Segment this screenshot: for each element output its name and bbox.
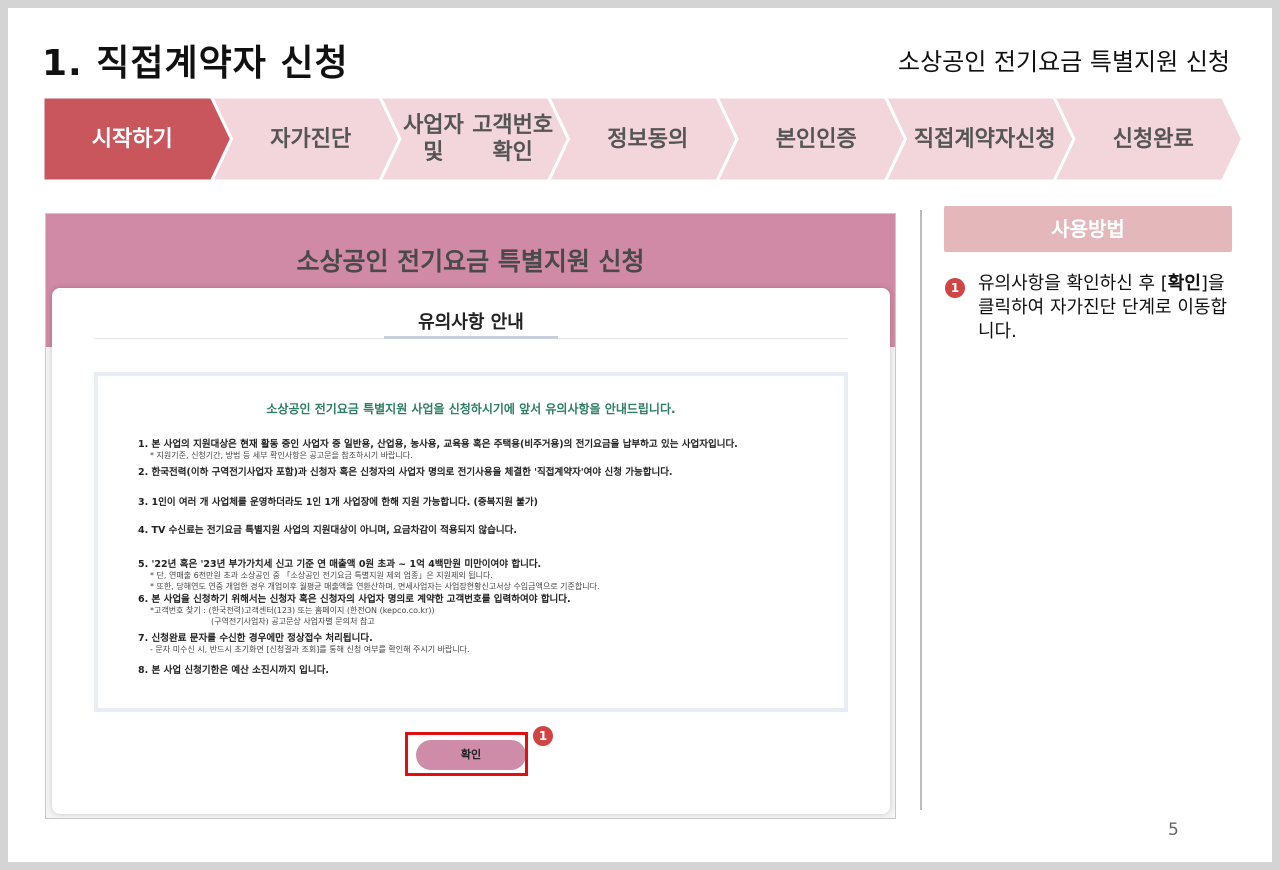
panel-divider [920,210,922,810]
page-title: 1. 직접계약자 신청 [42,43,349,84]
step-label-line: 신청 [1015,126,1056,152]
notice-item: 4. TV 수신료는 전기요금 특별지원 사업의 지원대상이 아니며, 요금차감… [138,522,517,536]
step-label-line: 본인인증 [775,126,857,152]
step-label: 본인인증 [737,97,896,181]
notice-item-sub: - 문자 미수신 시, 반드시 초기화면 [신청결과 조회]를 통해 신청 여부… [150,645,470,654]
page-number: 5 [1168,820,1179,840]
step-label-line: 정보동의 [607,126,689,152]
confirm-highlight-box [405,732,528,776]
step-label-line: 자가진단 [270,126,352,152]
notice-item-text: 3. 1인이 여러 개 사업체를 운영하더라도 1인 1개 사업장에 한해 지원… [138,497,538,508]
notice-item-sub: * 단, 연매출 6천만원 초과 소상공인 중 「소상공인 전기요금 특별지원 … [150,571,493,580]
page-subtitle: 소상공인 전기요금 특별지원 신청 [897,48,1230,76]
notice-item-sub: * 지원기준, 신청기간, 방법 등 세부 확인사항은 공고문을 참조하시기 바… [150,451,413,460]
step-label-line: 직접계약자 [913,126,1016,152]
step-label: 자가진단 [232,97,391,181]
notice-item: 7. 신청완료 문자를 수신한 경우에만 정상접수 처리됩니다. - 문자 미수신… [138,630,470,655]
step-progress: 시작하기 자가진단 사업자 및 고객번호확인 정보동의 본인인증 직접계약자 신청 신청완료 [43,97,1249,181]
howto-text: 유의사항을 확인하신 후 [확인]을 클릭하여 자가진단 단계로 이동합니다. [978,272,1228,344]
step-label: 정보동의 [569,97,728,181]
notice-item: 1. 본 사업의 지원대상은 현재 활동 중인 사업자 중 일반용, 산업용, … [138,436,738,461]
notice-item-text: 8. 본 사업 신청기한은 예산 소진시까지 입니다. [138,665,329,676]
step-label-line: 시작하기 [91,126,173,152]
notice-item-text: 7. 신청완료 문자를 수신한 경우에만 정상접수 처리됩니다. [138,633,373,644]
notice-item-sub: *고객번호 찾기 : (한국전력)고객센터(123) 또는 홈페이지 (한전ON… [150,606,435,615]
step-label: 시작하기 [43,97,222,181]
step-badge: 1 [533,726,553,746]
notice-item: 8. 본 사업 신청기한은 예산 소진시까지 입니다. [138,662,329,676]
embedded-screenshot: 소상공인 전기요금 특별지원 신청 유의사항 안내 소상공인 전기요금 특별지원… [45,213,896,819]
notice-item-text: 6. 본 사업을 신청하기 위해서는 신청자 혹은 신청자의 사업자 명의로 계… [138,594,571,605]
tab-underline [384,336,558,339]
screenshot-header-title: 소상공인 전기요금 특별지원 신청 [296,247,645,276]
notice-item-sub: (구역전기사업자) 공고문상 사업자별 문의처 참고 [150,617,375,626]
step-label: 사업자 및 고객번호확인 [400,97,559,181]
howto-badge: 1 [945,278,965,298]
step-label-line: 신청완료 [1112,126,1194,152]
notice-box: 소상공인 전기요금 특별지원 사업을 신청하시기에 앞서 유의사항을 안내드립니… [94,372,848,712]
step-label: 신청완료 [1074,97,1233,181]
notice-item-text: 4. TV 수신료는 전기요금 특별지원 사업의 지원대상이 아니며, 요금차감… [138,525,517,536]
notice-item: 5. '22년 혹은 '23년 부가가치세 신고 기준 연 매출액 0원 초과 … [138,556,599,592]
notice-item-text: 5. '22년 혹은 '23년 부가가치세 신고 기준 연 매출액 0원 초과 … [138,559,542,570]
step-label-line: 사업자 및 [403,113,464,165]
notice-item: 6. 본 사업을 신청하기 위해서는 신청자 혹은 신청자의 사업자 명의로 계… [138,591,571,627]
howto-text-bold: 확인 [1167,273,1201,294]
step-label-line: 고객번호확인 [472,113,554,165]
howto-header: 사용방법 [944,206,1232,252]
notice-item-text: 1. 본 사업의 지원대상은 현재 활동 중인 사업자 중 일반용, 산업용, … [138,439,738,450]
notice-item: 3. 1인이 여러 개 사업체를 운영하더라도 1인 1개 사업장에 한해 지원… [138,494,538,508]
howto-text-before: 유의사항을 확인하신 후 [ [978,273,1168,294]
slide: 1. 직접계약자 신청 소상공인 전기요금 특별지원 신청 시작하기 자가진단 사업… [8,8,1272,862]
tab-notice[interactable]: 유의사항 안내 [384,308,558,334]
notice-item-text: 2. 한국전력(이하 구역전기사업자 포함)과 신청자 혹은 신청자의 사업자 … [138,467,673,478]
step-label: 직접계약자 신청 [906,97,1065,181]
notice-item: 2. 한국전력(이하 구역전기사업자 포함)과 신청자 혹은 신청자의 사업자 … [138,464,673,478]
notice-intro: 소상공인 전기요금 특별지원 사업을 신청하시기에 앞서 유의사항을 안내드립니… [266,402,676,416]
